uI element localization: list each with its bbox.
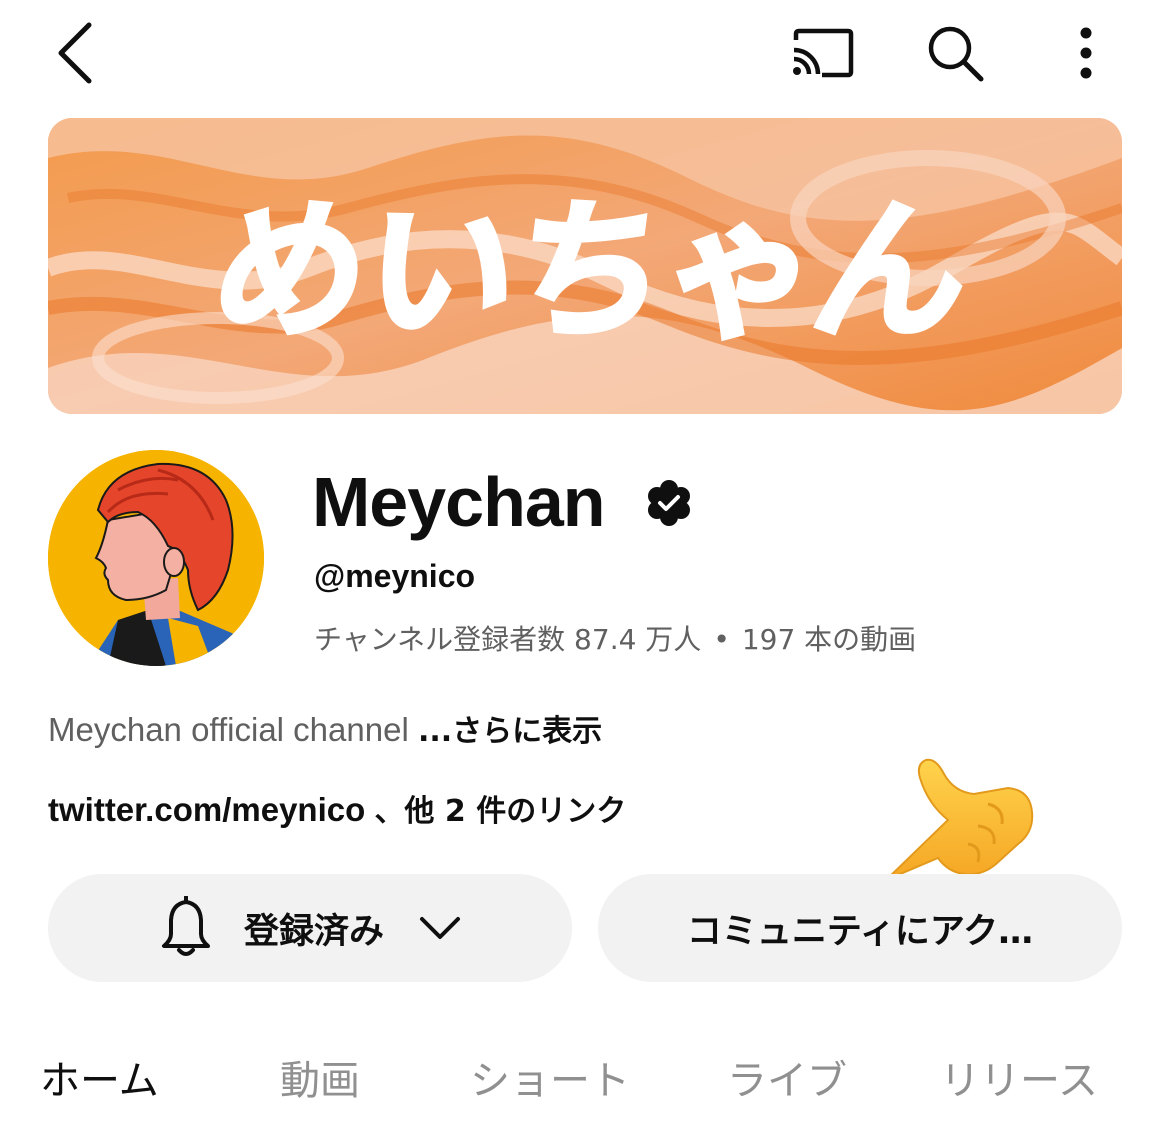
cast-icon <box>793 28 854 78</box>
tab-releases[interactable]: リリース <box>940 1048 1098 1106</box>
channel-description[interactable]: Meychan official channel ...さらに表示 <box>48 706 602 750</box>
search-button[interactable] <box>918 18 992 88</box>
banner-logo-text: めいちゃん <box>204 184 979 359</box>
cast-button[interactable] <box>782 18 862 88</box>
chevron-down-icon <box>420 917 460 939</box>
tab-videos[interactable]: 動画 <box>280 1048 360 1106</box>
top-app-bar <box>0 0 1170 110</box>
community-label: コミュニティにアク… <box>686 911 1034 952</box>
tab-home[interactable]: ホーム <box>40 1048 159 1106</box>
channel-tabs: ホーム 動画 ショート ライブ リリース <box>0 1040 1170 1120</box>
more-options-button[interactable] <box>1058 18 1114 88</box>
subscribed-label: 登録済み <box>243 911 384 952</box>
tab-live[interactable]: ライブ <box>727 1048 847 1106</box>
back-button[interactable] <box>40 18 110 88</box>
verified-badge-icon <box>648 480 690 526</box>
channel-stats: チャンネル登録者数 87.4 万人 • 197 本の動画 <box>314 618 916 658</box>
channel-banner: めいちゃん <box>48 118 1122 414</box>
channel-handle: @meynico <box>314 558 476 594</box>
video-count: 197 本の動画 <box>741 623 917 656</box>
chevron-left-icon <box>58 22 92 84</box>
show-more-link[interactable]: ...さらに表示 <box>418 714 602 749</box>
channel-avatar[interactable] <box>48 450 264 666</box>
more-links-text: 、他 2 件のリンク <box>374 794 627 829</box>
channel-links[interactable]: twitter.com/meynico 、他 2 件のリンク <box>48 786 626 830</box>
search-icon <box>928 26 984 82</box>
twitter-link[interactable]: twitter.com/meynico <box>48 791 365 828</box>
community-button[interactable]: コミュニティにアク… <box>598 874 1122 982</box>
description-text: Meychan official channel <box>48 711 409 748</box>
pointing-hand-icon <box>885 758 1034 881</box>
more-vertical-icon <box>1080 27 1092 79</box>
stats-separator: • <box>713 623 730 656</box>
tab-shorts[interactable]: ショート <box>470 1048 630 1106</box>
subscribed-button[interactable]: 登録済み <box>48 874 572 982</box>
bell-icon <box>161 896 210 956</box>
subscriber-count: チャンネル登録者数 87.4 万人 <box>314 623 702 656</box>
channel-name: Meychan <box>312 463 606 541</box>
